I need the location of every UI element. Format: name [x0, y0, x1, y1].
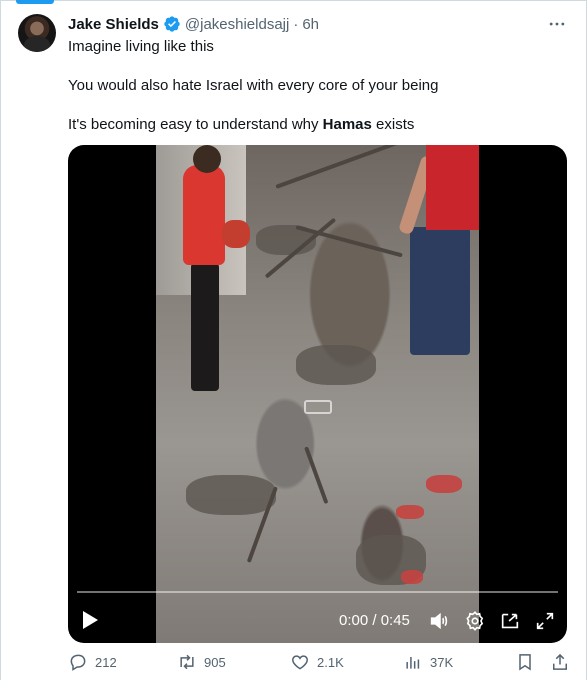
- share-button[interactable]: [550, 652, 570, 672]
- volume-icon[interactable]: [428, 610, 450, 632]
- video-time: 0:00 / 0:45: [339, 612, 410, 629]
- play-icon[interactable]: [80, 609, 100, 631]
- separator-dot: ·: [293, 15, 299, 33]
- red-debris: [401, 570, 423, 584]
- picture-in-picture-icon[interactable]: [499, 610, 521, 632]
- tweet-text: Imagine living like this You would also …: [68, 37, 558, 154]
- verified-badge-icon: [164, 16, 180, 32]
- bookmark-button[interactable]: [515, 652, 535, 672]
- like-count: 2.1K: [317, 654, 344, 670]
- video-frame[interactable]: [156, 145, 479, 643]
- person-left-shirt: [183, 165, 225, 265]
- avatar[interactable]: [18, 14, 56, 52]
- branch: [275, 145, 409, 189]
- tweet-timestamp[interactable]: 6h: [302, 16, 319, 33]
- settings-gear-icon[interactable]: [464, 610, 486, 632]
- tweet-text-line: It's becoming easy to understand why Ham…: [68, 116, 415, 133]
- rubble: [296, 345, 376, 385]
- tweet-text-line: You would also hate Israel with every co…: [68, 77, 439, 94]
- red-debris: [396, 505, 424, 519]
- bold-word: Hamas: [322, 116, 372, 133]
- reply-icon: [70, 654, 86, 671]
- red-bag: [222, 220, 250, 248]
- share-icon: [553, 653, 567, 670]
- view-count: 37K: [430, 654, 454, 670]
- author-display-name[interactable]: Jake Shields: [68, 16, 159, 33]
- views-button[interactable]: 37K: [403, 652, 453, 672]
- retweet-icon: [180, 654, 194, 670]
- reply-button[interactable]: 212: [68, 652, 117, 672]
- tweet-header: Jake Shields @jakeshieldsajj · 6h: [68, 15, 319, 33]
- person-left-legs: [191, 263, 219, 391]
- more-options-icon[interactable]: [547, 14, 567, 34]
- analytics-icon: [406, 657, 420, 669]
- tab-indicator: [16, 0, 54, 4]
- reply-count: 212: [95, 654, 117, 670]
- fullscreen-icon[interactable]: [534, 610, 556, 632]
- heart-icon: [292, 655, 308, 670]
- retweet-button[interactable]: 905: [177, 652, 226, 672]
- author-handle[interactable]: @jakeshieldsajj: [185, 16, 289, 33]
- person-right-legs: [410, 227, 470, 355]
- tweet-text-line: Imagine living like this: [68, 38, 214, 55]
- branch: [304, 446, 329, 505]
- red-debris: [426, 475, 462, 493]
- rubble: [186, 475, 276, 515]
- tweet-actions: 212 905 2.1K 37K: [0, 652, 587, 680]
- person-left-head: [193, 145, 221, 173]
- retweet-count: 905: [204, 654, 226, 670]
- video-player[interactable]: 0:00 / 0:45: [68, 145, 567, 643]
- bookmark-icon: [519, 654, 531, 671]
- person-right-shirt: [426, 145, 479, 230]
- progress-bar[interactable]: [77, 591, 558, 593]
- video-watermark: [304, 400, 332, 414]
- like-button[interactable]: 2.1K: [290, 652, 344, 672]
